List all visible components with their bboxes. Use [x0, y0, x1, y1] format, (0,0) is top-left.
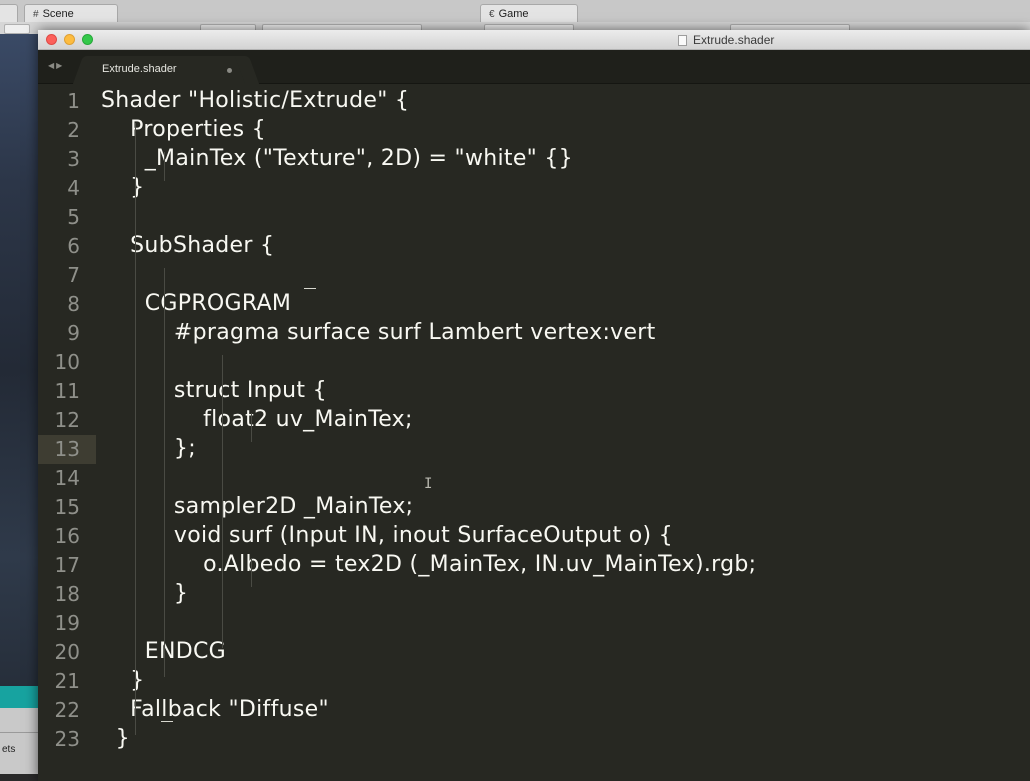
close-window-button[interactable] [46, 34, 57, 45]
tab-nav-arrows-icon[interactable]: ◀▶ [48, 61, 64, 70]
line-number: 11 [54, 379, 80, 403]
tab-bar: ◀▶ Extrude.shader [38, 50, 1030, 84]
code-text[interactable]: #pragma surface surf Lambert vertex:vert [101, 320, 656, 345]
indent-guide [164, 268, 165, 677]
code-line[interactable]: 6 SubShader { [38, 232, 1030, 261]
line-number: 4 [67, 176, 80, 200]
code-text[interactable]: SubShader { [101, 233, 274, 258]
line-number: 9 [67, 321, 80, 345]
line-number: 5 [67, 205, 80, 229]
code-text[interactable]: float2 uv_MainTex; [101, 407, 413, 432]
code-line[interactable]: 9 #pragma surface surf Lambert vertex:ve… [38, 319, 1030, 348]
line-number: 12 [54, 408, 80, 432]
brace-match-underline [304, 288, 316, 289]
line-number: 8 [67, 292, 80, 316]
code-line[interactable]: 4 } [38, 174, 1030, 203]
unity-scene-view: ets [0, 34, 40, 781]
code-line[interactable]: 1 Shader "Holistic/Extrude" { [38, 87, 1030, 116]
line-number: 18 [54, 582, 80, 606]
code-text[interactable]: } [101, 581, 188, 606]
code-line[interactable]: 3 _MainTex ("Texture", 2D) = "white" {} [38, 145, 1030, 174]
game-tab-label: Game [498, 8, 529, 20]
code-line[interactable]: 23 } [38, 725, 1030, 754]
line-number: 2 [67, 118, 80, 142]
scene-grid-icon: # [33, 9, 39, 20]
window-title-text: Extrude.shader [693, 33, 775, 47]
tab-dirty-dot-icon[interactable] [227, 68, 232, 73]
code-line[interactable]: 13 }; [38, 435, 1030, 464]
project-panel: ets [0, 708, 40, 781]
code-text[interactable]: }; [101, 436, 196, 461]
line-number: 15 [54, 495, 80, 519]
line-number: 21 [54, 669, 80, 693]
line-number: 20 [54, 640, 80, 664]
line-number: 13 [54, 437, 80, 461]
code-line[interactable]: 22 Fallback "Diffuse" [38, 696, 1030, 725]
line-number: 3 [67, 147, 80, 171]
code-line[interactable]: 17 o.Albedo = tex2D (_MainTex, IN.uv_Mai… [38, 551, 1030, 580]
code-line[interactable]: 21 } [38, 667, 1030, 696]
indent-guide [164, 152, 165, 181]
line-number: 22 [54, 698, 80, 722]
audio-toggle-icon[interactable] [4, 24, 30, 34]
game-icon: € [489, 9, 495, 20]
code-text[interactable]: o.Albedo = tex2D (_MainTex, IN.uv_MainTe… [101, 552, 756, 577]
window-title: Extrude.shader [678, 33, 774, 47]
scene-highlight [0, 686, 40, 708]
line-number: 16 [54, 524, 80, 548]
code-line[interactable]: 20 ENDCG [38, 638, 1030, 667]
unity-tab-partial[interactable] [0, 4, 18, 22]
line-number: 7 [67, 263, 80, 287]
code-line[interactable]: 2 Properties { [38, 116, 1030, 145]
code-line[interactable]: 11 struct Input { [38, 377, 1030, 406]
assets-label[interactable]: ets [2, 744, 15, 755]
indent-guide [251, 558, 252, 587]
code-text[interactable]: } [101, 175, 144, 200]
line-number: 1 [67, 89, 80, 113]
code-line[interactable]: 18 } [38, 580, 1030, 609]
tab-extrude-shader[interactable]: Extrude.shader [86, 56, 246, 84]
code-line[interactable]: 8 CGPROGRAM [38, 290, 1030, 319]
line-number: 19 [54, 611, 80, 635]
code-line[interactable]: 14 [38, 464, 1030, 493]
code-editor[interactable]: 23 } 22 Fallback "Diffuse" 21 } 20 ENDCG 19 1… [38, 84, 1030, 781]
code-text[interactable]: sampler2D _MainTex; [101, 494, 413, 519]
indent-guide [135, 123, 136, 735]
brace-match-underline [161, 721, 173, 722]
line-number: 10 [54, 350, 80, 374]
minimize-window-button[interactable] [64, 34, 75, 45]
code-text[interactable]: Shader "Holistic/Extrude" { [101, 88, 409, 113]
line-number: 6 [67, 234, 80, 258]
mouse-ibeam-icon: I [424, 476, 433, 492]
indent-guide [222, 355, 223, 648]
document-icon [678, 35, 687, 46]
line-number: 23 [54, 727, 80, 751]
scene-bottom [0, 774, 40, 781]
code-line[interactable]: 5 [38, 203, 1030, 232]
code-text[interactable]: CGPROGRAM [101, 291, 291, 316]
code-text[interactable]: _MainTex ("Texture", 2D) = "white" {} [101, 146, 573, 171]
code-line[interactable]: 16 void surf (Input IN, inout SurfaceOut… [38, 522, 1030, 551]
code-line[interactable]: 15 sampler2D _MainTex; [38, 493, 1030, 522]
code-line[interactable]: 10 [38, 348, 1030, 377]
code-text[interactable]: void surf (Input IN, inout SurfaceOutput… [101, 523, 673, 548]
code-text[interactable]: } [101, 726, 130, 751]
editor-window: Extrude.shader ◀▶ Extrude.shader 23 } 22 … [38, 30, 1030, 781]
maximize-window-button[interactable] [82, 34, 93, 45]
code-text[interactable]: Properties { [101, 117, 266, 142]
title-bar[interactable]: Extrude.shader [38, 30, 1030, 50]
tab-label: Extrude.shader [102, 63, 177, 75]
unity-tab-game[interactable]: € Game [480, 4, 578, 22]
unity-tab-scene[interactable]: # Scene [24, 4, 118, 22]
code-text[interactable]: } [101, 668, 144, 693]
line-number: 14 [54, 466, 80, 490]
line-number: 17 [54, 553, 80, 577]
scene-tab-label: Scene [42, 8, 74, 20]
panel-divider [0, 732, 40, 733]
code-line[interactable]: 7 [38, 261, 1030, 290]
code-line[interactable]: 12 float2 uv_MainTex; [38, 406, 1030, 435]
code-line[interactable]: 19 [38, 609, 1030, 638]
indent-guide [251, 413, 252, 442]
screen: # Scene € Game ets Extrude.shader ◀▶ Ext… [0, 0, 1030, 781]
